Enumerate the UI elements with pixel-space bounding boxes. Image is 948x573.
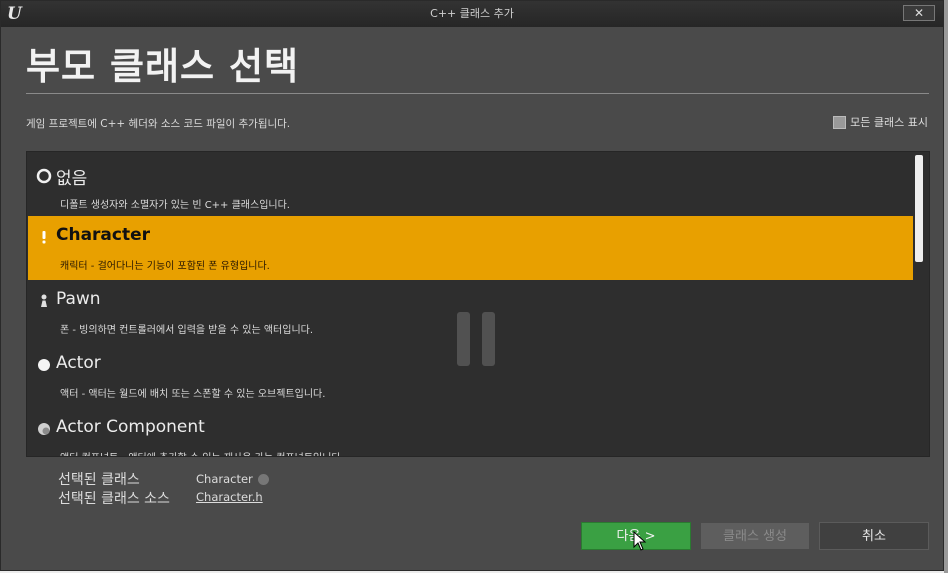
mouse-cursor-icon bbox=[633, 531, 647, 551]
window-frame-edge bbox=[944, 0, 948, 573]
selected-class-label: 선택된 클래스 bbox=[58, 472, 140, 488]
class-item-desc: 캐릭터 - 걸어다니는 기능이 포함된 폰 유형입니다. bbox=[60, 261, 270, 272]
class-item-name: Actor Component bbox=[56, 417, 205, 437]
pawn-icon bbox=[41, 294, 47, 307]
info-icon bbox=[258, 474, 270, 485]
pause-icon bbox=[457, 312, 501, 366]
show-all-checkbox[interactable] bbox=[833, 115, 847, 129]
class-item-character[interactable]: Character 캐릭터 - 걸어다니는 기능이 포함된 폰 유형입니다. bbox=[28, 216, 913, 280]
class-item-desc: 디폴트 생성자와 소멸자가 있는 빈 C++ 클래스입니다. bbox=[60, 200, 290, 211]
parent-class-list[interactable]: 없음 디폴트 생성자와 소멸자가 있는 빈 C++ 클래스입니다. Charac… bbox=[26, 151, 930, 457]
actor-component-icon bbox=[38, 423, 50, 435]
class-item-actor-component[interactable]: Actor Component 액터 컴포넌트 - 액터에 추가할 수 있는 재… bbox=[28, 408, 913, 456]
selected-class-value-group: Character bbox=[196, 472, 270, 486]
title-bar[interactable]: U C++ 클래스 추가 ✕ bbox=[1, 1, 943, 27]
class-item-none[interactable]: 없음 디폴트 생성자와 소멸자가 있는 빈 C++ 클래스입니다. bbox=[28, 155, 913, 219]
show-all-label: 모든 클래스 표시 bbox=[850, 116, 928, 129]
actor-sphere-icon bbox=[38, 359, 50, 371]
class-item-desc: 액터 - 액터는 월드에 배치 또는 스폰할 수 있는 오브젝트입니다. bbox=[60, 389, 326, 400]
class-item-name: Character bbox=[56, 225, 151, 245]
class-item-name: 없음 bbox=[56, 169, 88, 189]
class-item-desc: 폰 - 빙의하면 컨트롤러에서 입력을 받을 수 있는 액터입니다. bbox=[60, 325, 314, 336]
add-cpp-class-dialog: U C++ 클래스 추가 ✕ 부모 클래스 선택 게임 프로젝트에 C++ 헤더… bbox=[0, 0, 944, 571]
page-title: 부모 클래스 선택 bbox=[26, 45, 300, 88]
selected-source-link[interactable]: Character.h bbox=[196, 490, 263, 504]
empty-circle-icon bbox=[36, 168, 52, 184]
list-scrollbar[interactable] bbox=[915, 155, 923, 262]
cancel-button[interactable]: 취소 bbox=[819, 522, 929, 550]
create-class-button[interactable]: 클래스 생성 bbox=[700, 522, 810, 550]
selected-class-value: Character bbox=[196, 472, 253, 486]
class-item-name: Actor bbox=[56, 353, 101, 373]
window-title: C++ 클래스 추가 bbox=[430, 7, 514, 20]
close-button[interactable]: ✕ bbox=[903, 5, 935, 21]
page-subtitle: 게임 프로젝트에 C++ 헤더와 소스 코드 파일이 추가됩니다. bbox=[26, 118, 291, 130]
class-item-desc: 액터 컴포넌트 - 액터에 추가할 수 있는 재사용 가능 컴포넌트입니다. bbox=[60, 449, 344, 456]
selected-source-label: 선택된 클래스 소스 bbox=[58, 491, 170, 507]
show-all-classes-toggle[interactable]: 모든 클래스 표시 bbox=[833, 114, 928, 130]
heading-divider bbox=[26, 93, 929, 94]
character-icon bbox=[42, 231, 46, 244]
class-item-name: Pawn bbox=[56, 289, 101, 309]
